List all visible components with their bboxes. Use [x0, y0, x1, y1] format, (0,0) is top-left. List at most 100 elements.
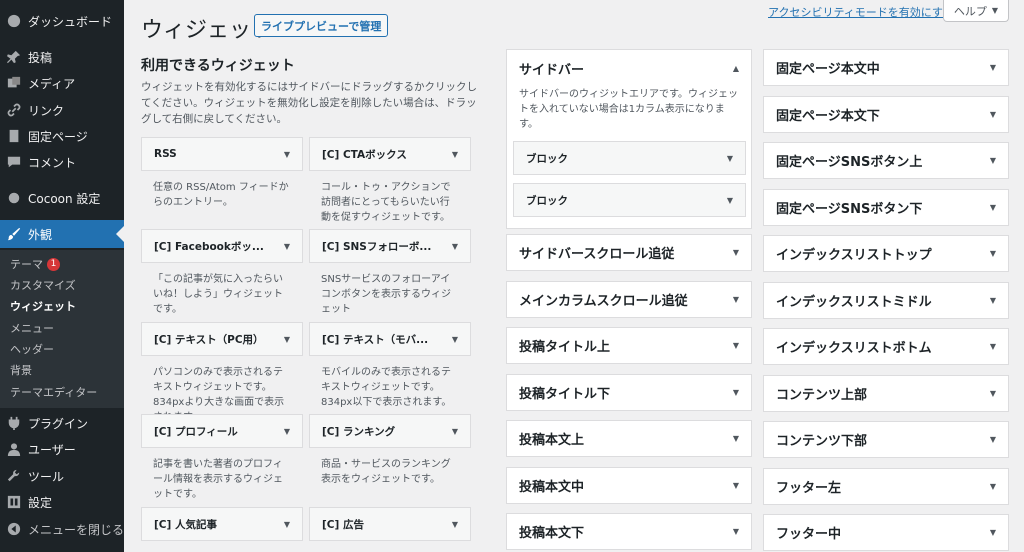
menu-label: リンク — [28, 103, 65, 118]
submenu-header[interactable]: ヘッダー — [10, 340, 54, 358]
menu-comments[interactable]: コメント — [0, 151, 124, 173]
widget-area[interactable]: 固定ページSNSボタン下 ▼ — [763, 188, 1009, 226]
dashboard-icon — [7, 14, 21, 28]
widget-area[interactable]: 投稿タイトル下 ▼ — [506, 374, 752, 411]
menu-posts[interactable]: 投稿 — [0, 46, 124, 68]
widget-area[interactable]: インデックスリストミドル ▼ — [763, 281, 1009, 319]
widget-area[interactable]: フッター左 ▼ — [763, 467, 1009, 505]
triangle-down-icon: ▼ — [283, 519, 290, 529]
menu-settings[interactable]: 設定 — [0, 491, 124, 513]
triangle-down-icon: ▼ — [283, 241, 290, 251]
available-widget[interactable]: [C] CTAボックス ▼ — [309, 137, 471, 171]
widget-area-title: 投稿本文上 — [519, 433, 585, 448]
triangle-down-icon: ▼ — [451, 149, 458, 159]
submenu-menus[interactable]: メニュー — [10, 319, 54, 337]
menu-label: Cocoon 設定 — [28, 191, 101, 206]
comment-icon — [7, 155, 21, 169]
widget-area[interactable]: サイドバースクロール追従 ▼ — [506, 234, 752, 271]
widget-area[interactable]: インデックスリストボトム ▼ — [763, 328, 1009, 365]
submenu-label: テーマ — [10, 258, 43, 271]
widget-area[interactable]: 投稿本文上 ▼ — [506, 420, 752, 457]
triangle-down-icon: ▼ — [732, 527, 739, 536]
pin-icon — [7, 50, 21, 64]
appearance-submenu: テーマ 1 カスタマイズ ウィジェット メニュー ヘッダー 背景 テーマエディター — [0, 250, 124, 408]
widget-area-sidebar: サイドバー ▲ サイドバーのウィジットエリアです。ウィジェットを入れていない場合… — [506, 49, 752, 229]
menu-appearance[interactable]: 外観 — [0, 220, 124, 248]
submenu-widgets[interactable]: ウィジェット — [10, 297, 76, 315]
available-widget[interactable]: [C] テキスト（PC用） ▼ — [141, 322, 303, 356]
menu-tools[interactable]: ツール — [0, 465, 124, 487]
available-widgets-title: 利用できるウィジェット — [141, 58, 295, 74]
menu-links[interactable]: リンク — [0, 99, 124, 121]
widget-area[interactable]: コンテンツ上部 ▼ — [763, 374, 1009, 412]
widget-title: [C] CTAボックス — [322, 148, 407, 161]
menu-cocoon[interactable]: Cocoon 設定 — [0, 187, 124, 209]
widget-area[interactable]: メインカラムスクロール追従 ▼ — [506, 281, 752, 318]
widget-area[interactable]: フッター中 ▼ — [763, 514, 1009, 551]
available-widget[interactable]: [C] 広告 ▼ — [309, 507, 471, 541]
widget-description: SNSサービスのフォローアイコンボタンを表示するウィジェット — [321, 274, 451, 315]
collapse-icon — [7, 522, 21, 536]
widget-title: [C] Facebookボッ... — [154, 240, 264, 253]
menu-plugins[interactable]: プラグイン — [0, 412, 124, 434]
menu-label: ダッシュボード — [28, 14, 113, 29]
submenu-themes[interactable]: テーマ 1 — [10, 255, 60, 273]
widget-area[interactable]: 投稿本文中 ▼ — [506, 467, 752, 504]
widget-description: モバイルのみで表示されるテキストウィジェットです。834px以下で表示されます。 — [321, 367, 452, 408]
widget-description: 「この記事が気に入ったらいいね！しよう」ウィジェットです。 — [153, 274, 283, 315]
menu-label: メニューを閉じる — [28, 522, 125, 537]
available-widget[interactable]: RSS ▼ — [141, 137, 303, 171]
submenu-customize[interactable]: カスタマイズ — [10, 276, 76, 294]
available-widget[interactable]: [C] SNSフォローボ... ▼ — [309, 229, 471, 263]
widget-area-title: 固定ページ本文中 — [776, 62, 880, 77]
triangle-down-icon: ▼ — [451, 426, 458, 436]
widget-area[interactable]: 固定ページ本文下 ▼ — [763, 95, 1009, 133]
menu-label: 固定ページ — [28, 129, 88, 144]
menu-dashboard[interactable]: ダッシュボード — [0, 10, 124, 32]
widget-area[interactable]: コンテンツ下部 ▼ — [763, 421, 1009, 458]
sidebar-widget-block[interactable]: ブロック ▼ — [513, 141, 746, 175]
widget-area-title: メインカラムスクロール追従 — [519, 294, 688, 309]
widget-area[interactable]: インデックスリストトップ ▼ — [763, 235, 1009, 272]
widget-area-header[interactable]: サイドバー ▲ — [507, 50, 751, 87]
menu-users[interactable]: ユーザー — [0, 438, 124, 460]
menu-label: 外観 — [28, 227, 53, 242]
available-widget[interactable]: [C] テキスト（モバ... ▼ — [309, 322, 471, 356]
widget-title: [C] テキスト（モバ... — [322, 333, 429, 346]
triangle-down-icon: ▼ — [451, 519, 458, 529]
widget-description: 記事を書いた著者のプロフィール情報を表示するウィジェットです。 — [153, 459, 283, 500]
available-widget[interactable]: [C] プロフィール ▼ — [141, 414, 303, 448]
widget-area[interactable]: 投稿本文下 ▼ — [506, 513, 752, 550]
triangle-down-icon: ▼ — [989, 63, 996, 72]
available-widget[interactable]: [C] 人気記事 ▼ — [141, 507, 303, 541]
widget-area[interactable]: 投稿タイトル上 ▼ — [506, 327, 752, 364]
submenu-theme-editor[interactable]: テーマエディター — [10, 383, 97, 401]
triangle-down-icon: ▼ — [451, 334, 458, 344]
widget-area-title: インデックスリストボトム — [776, 341, 932, 356]
available-widget[interactable]: [C] ランキング ▼ — [309, 414, 471, 448]
triangle-down-icon: ▼ — [732, 481, 739, 490]
help-tab[interactable]: ヘルプ ▼ — [943, 0, 1009, 22]
menu-collapse[interactable]: メニューを閉じる — [0, 518, 124, 540]
live-preview-button[interactable]: ライブプレビューで管理 — [254, 14, 389, 37]
widget-area[interactable]: 固定ページSNSボタン上 ▼ — [763, 142, 1009, 179]
media-icon — [7, 76, 21, 90]
available-widget[interactable]: [C] Facebookボッ... ▼ — [141, 229, 303, 263]
menu-media[interactable]: メディア — [0, 72, 124, 94]
widget-area-title: 固定ページSNSボタン上 — [776, 155, 923, 170]
triangle-down-icon: ▼ — [989, 156, 996, 165]
menu-label: 設定 — [28, 495, 53, 510]
menu-pages[interactable]: 固定ページ — [0, 125, 124, 147]
widget-description: 商品・サービスのランキング表示をウィジェットです。 — [321, 459, 451, 485]
submenu-background[interactable]: 背景 — [10, 361, 32, 379]
widget-area[interactable]: 固定ページ本文中 ▼ — [763, 49, 1009, 86]
triangle-down-icon: ▼ — [989, 202, 996, 212]
menu-label: ユーザー — [28, 442, 76, 457]
accessibility-mode-link[interactable]: アクセシビリティモードを有効にする — [768, 4, 954, 20]
sidebar-widget-block[interactable]: ブロック ▼ — [513, 183, 746, 217]
triangle-down-icon: ▼ — [732, 248, 739, 257]
menu-label: コメント — [28, 155, 77, 170]
triangle-down-icon: ▼ — [451, 241, 458, 251]
triangle-down-icon: ▼ — [732, 295, 739, 304]
cocoon-icon — [7, 191, 21, 205]
